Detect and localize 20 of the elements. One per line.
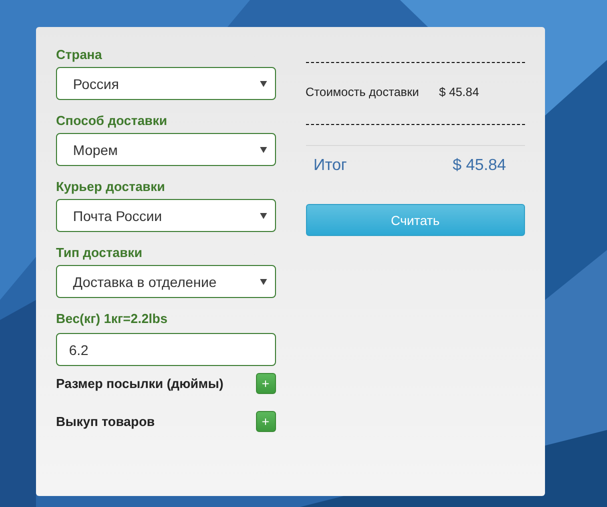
select-field[interactable]: Морем <box>56 133 276 166</box>
total-label: Итог <box>314 156 347 176</box>
caret-icon <box>260 212 266 218</box>
caret-icon <box>260 80 266 86</box>
select-field[interactable]: Россия <box>56 67 276 100</box>
select-field[interactable]: Доставка в отделение <box>56 265 276 298</box>
select-field[interactable]: Почта России <box>56 199 276 232</box>
field-label: Способ доставки <box>56 113 168 128</box>
field-label: Тип доставки <box>56 245 144 260</box>
field-label: Вес(кг) 1кг=2.2lbs <box>56 311 168 326</box>
field-label: Страна <box>56 47 104 62</box>
caret-icon <box>260 146 266 152</box>
section-label: Размер посылки (дюймы) <box>56 376 224 391</box>
caret-icon <box>260 278 266 284</box>
field-label: Курьер доставки <box>56 179 166 194</box>
section-label: Выкуп товаров <box>56 414 155 429</box>
total-value: $ 45.84 <box>452 156 506 176</box>
input-field[interactable]: 6.2 <box>56 333 276 366</box>
cost-label: Стоимость доставки <box>306 85 419 99</box>
cost-value: $ 45.84 <box>438 85 479 99</box>
